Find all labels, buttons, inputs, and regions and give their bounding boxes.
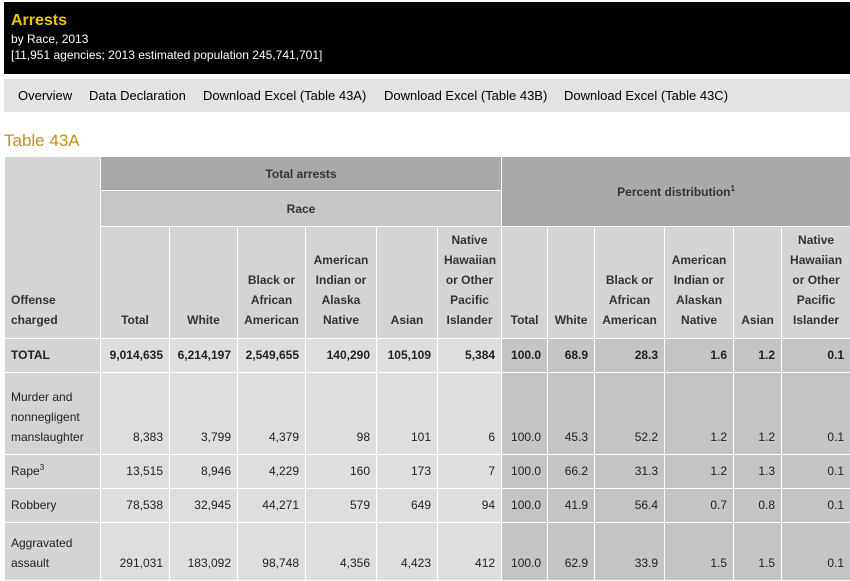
percent-cell: 1.5: [733, 522, 783, 581]
count-cell: 173: [376, 454, 438, 489]
offense-header: Offense charged: [4, 156, 101, 339]
count-cell: 6: [436, 372, 503, 455]
percent-cell: 0.1: [781, 372, 850, 455]
col-pct-pacific-islander: Native Hawaiian or Other Pacific Islande…: [781, 226, 850, 339]
count-cell: 4,423: [376, 522, 438, 581]
percent-cell: 66.2: [547, 454, 596, 489]
count-cell: 7: [436, 454, 503, 489]
col-pct-black: Black or African American: [594, 226, 666, 339]
count-cell: 4,379: [237, 372, 306, 455]
count-cell: 4,229: [237, 454, 306, 489]
percent-cell: 100.0: [501, 338, 549, 373]
percent-cell: 1.2: [733, 372, 783, 455]
count-cell: 4,356: [305, 522, 377, 581]
percent-cell: 0.1: [781, 454, 850, 489]
race-header: Race: [99, 190, 503, 227]
percent-cell: 1.2: [664, 372, 735, 455]
nav-bar: Overview Data Declaration Download Excel…: [4, 79, 850, 112]
count-cell: 8,946: [169, 454, 238, 489]
nav-download-43a-link[interactable]: Download Excel (Table 43A): [203, 88, 366, 103]
nav-download-43b-link[interactable]: Download Excel (Table 43B): [384, 88, 547, 103]
col-black: Black or African American: [237, 226, 306, 339]
percent-cell: 1.3: [733, 454, 783, 489]
count-cell: 8,383: [100, 372, 170, 455]
percent-cell: 100.0: [501, 372, 549, 455]
percent-cell: 0.1: [781, 488, 850, 523]
percent-cell: 0.7: [664, 488, 735, 523]
col-pct-white: White: [547, 226, 596, 339]
percent-cell: 1.2: [664, 454, 735, 489]
percent-cell: 0.1: [781, 522, 850, 581]
offense-cell: TOTAL: [4, 338, 101, 373]
count-cell: 94: [436, 488, 503, 523]
percent-cell: 41.9: [547, 488, 596, 523]
percent-cell: 1.2: [733, 338, 783, 373]
count-cell: 32,945: [169, 488, 238, 523]
count-cell: 140,290: [305, 338, 377, 373]
count-cell: 412: [436, 522, 503, 581]
percent-cell: 33.9: [594, 522, 666, 581]
offense-cell: Aggravated assault: [4, 522, 101, 581]
count-cell: 2,549,655: [237, 338, 306, 373]
count-cell: 98: [305, 372, 377, 455]
percent-cell: 52.2: [594, 372, 666, 455]
percent-cell: 100.0: [501, 522, 549, 581]
count-cell: 44,271: [237, 488, 306, 523]
table-row: Rape3 13,515 8,946 4,229 160 173 7 100.0 66.2 31.…: [4, 454, 850, 489]
count-cell: 160: [305, 454, 377, 489]
percent-distribution-header: Percent distribution1: [501, 156, 850, 227]
percent-cell: 1.6: [664, 338, 735, 373]
percent-cell: 0.1: [781, 338, 850, 373]
count-cell: 78,538: [100, 488, 170, 523]
count-cell: 183,092: [169, 522, 238, 581]
nav-data-declaration-link[interactable]: Data Declaration: [89, 88, 186, 103]
count-cell: 649: [376, 488, 438, 523]
footnote-marker: 3: [39, 463, 45, 472]
nav-overview-link[interactable]: Overview: [18, 88, 72, 103]
count-cell: 101: [376, 372, 438, 455]
count-cell: 291,031: [100, 522, 170, 581]
count-cell: 3,799: [169, 372, 238, 455]
report-scope: [11,951 agencies; 2013 estimated populat…: [11, 48, 323, 62]
count-cell: 9,014,635: [100, 338, 170, 373]
col-pct-total: Total: [501, 226, 549, 339]
count-cell: 579: [305, 488, 377, 523]
col-total: Total: [100, 226, 170, 339]
nav-download-43c-link[interactable]: Download Excel (Table 43C): [564, 88, 728, 103]
col-white: White: [169, 226, 238, 339]
percent-cell: 62.9: [547, 522, 596, 581]
col-pacific-islander: Native Hawaiian or Other Pacific Islande…: [436, 226, 503, 339]
percent-cell: 31.3: [594, 454, 666, 489]
col-pct-american-indian: American Indian or Alaskan Native: [664, 226, 735, 339]
percent-cell: 28.3: [594, 338, 666, 373]
count-cell: 6,214,197: [169, 338, 238, 373]
percent-cell: 1.5: [664, 522, 735, 581]
percent-cell: 56.4: [594, 488, 666, 523]
count-cell: 13,515: [100, 454, 170, 489]
report-title: Arrests: [11, 12, 68, 29]
offense-cell: Rape3: [4, 454, 101, 489]
col-american-indian: American Indian or Alaska Native: [305, 226, 377, 339]
table-row: Murder and nonnegligent manslaughter 8,38…: [4, 372, 850, 455]
table-row-total: TOTAL 9,014,635 6,214,197 2,549,655 140,290 1…: [4, 338, 850, 373]
percent-cell: 45.3: [547, 372, 596, 455]
arrests-table: Offense charged Total arrests Percent di…: [4, 156, 850, 581]
report-subtitle: by Race, 2013: [11, 32, 89, 46]
percent-cell: 68.9: [547, 338, 596, 373]
report-header: Arrests by Race, 2013 [11,951 agencies; …: [4, 2, 850, 74]
percent-cell: 100.0: [501, 454, 549, 489]
total-arrests-header: Total arrests: [99, 156, 503, 191]
count-cell: 105,109: [376, 338, 438, 373]
percent-cell: 100.0: [501, 488, 549, 523]
table-title: Table 43A: [4, 131, 80, 150]
col-asian: Asian: [376, 226, 438, 339]
offense-cell: Robbery: [4, 488, 101, 523]
table-row: Aggravated assault 291,031 183,092 98,748 4,…: [4, 522, 850, 581]
percent-cell: 0.8: [733, 488, 783, 523]
count-cell: 98,748: [237, 522, 306, 581]
col-pct-asian: Asian: [733, 226, 783, 339]
offense-cell: Murder and nonnegligent manslaughter: [4, 372, 101, 455]
count-cell: 5,384: [436, 338, 503, 373]
table-row: Robbery 78,538 32,945 44,271 579 649 94 100.0 41…: [4, 488, 850, 523]
